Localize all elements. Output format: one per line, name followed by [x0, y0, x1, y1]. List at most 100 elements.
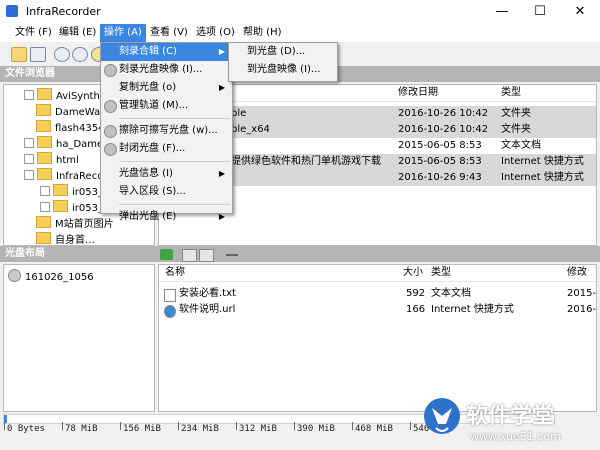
menu-separator	[119, 161, 230, 162]
file-type: 文件夹	[501, 124, 531, 135]
disc-file-name: 安装必看.txt	[179, 288, 236, 299]
open-folder-icon[interactable]	[11, 47, 27, 62]
file-modified: 2016-10-26 9:43	[398, 172, 482, 183]
scale-tick	[178, 422, 179, 430]
menu-item[interactable]: 光盘信息 (I) ▶	[101, 165, 232, 183]
menu-item-label: 刻录合辑 (C)	[119, 46, 177, 57]
menu-edit[interactable]: 编辑 (E)	[55, 24, 100, 42]
disc-file-row[interactable]: 安装必看.txt 592 文本文档 2015-	[159, 286, 596, 302]
submenu-item-label: 到光盘 (D)...	[247, 46, 306, 57]
submenu-item-label: 到光盘映像 (I)...	[247, 64, 321, 75]
disc-file-modified: 2016-	[567, 304, 597, 315]
new-folder-icon[interactable]	[182, 249, 197, 262]
expand-icon[interactable]	[40, 202, 50, 212]
disc-file-row[interactable]: 软件说明.url 166 Internet 快捷方式 2016-	[159, 302, 596, 318]
actions-menu: 刻录合辑 (C) ▶ 刻录光盘映像 (I)... 复制光盘 (o) ▶ 管理轨道 (M).…	[100, 42, 233, 222]
menu-file[interactable]: 文件 (F)	[11, 24, 56, 42]
text-file-icon	[164, 289, 176, 302]
disc-layout-header: 光盘布局	[0, 246, 600, 262]
submenu-arrow-icon: ▶	[218, 212, 225, 221]
minimize-button[interactable]: —	[484, 2, 520, 22]
scale-tick	[410, 422, 411, 430]
menu-item[interactable]: 管理轨道 (M)...	[101, 97, 232, 115]
submenu-item[interactable]: 到光盘 (D)...	[229, 43, 337, 61]
remove-icon[interactable]	[226, 254, 238, 256]
menu-item-label: 封闭光盘 (F)...	[119, 143, 186, 154]
folder-icon	[53, 184, 68, 196]
disc-icon	[8, 269, 21, 282]
folder-icon	[53, 200, 68, 212]
watermark-brand: 软件学堂	[466, 404, 555, 429]
submenu-item[interactable]: 到光盘映像 (I)...	[229, 61, 337, 79]
column-disc-modified[interactable]: 修改	[567, 265, 587, 281]
submenu-arrow-icon: ▶	[218, 169, 225, 178]
menu-item-label: 管理轨道 (M)...	[119, 100, 189, 111]
app-icon	[6, 5, 18, 17]
menu-item-label: 擦除可擦写光盘 (w)...	[119, 125, 218, 136]
file-type: Internet 快捷方式	[501, 172, 584, 183]
menu-options[interactable]: 选项 (O)	[192, 24, 239, 42]
file-modified: 2016-10-26 10:42	[398, 108, 489, 119]
copy-disc-icon[interactable]	[72, 47, 88, 62]
move-up-icon[interactable]	[160, 249, 173, 260]
close-button[interactable]: ✕	[562, 2, 598, 22]
file-name: 提供绿色软件和热门单机游戏下载	[231, 156, 381, 167]
column-disc-type[interactable]: 类型	[431, 265, 451, 281]
menu-view[interactable]: 查看 (V)	[146, 24, 192, 42]
menu-separator	[119, 204, 230, 205]
scale-tick	[62, 422, 63, 430]
folder-icon	[37, 136, 52, 148]
column-type[interactable]: 类型	[501, 85, 521, 101]
file-name: ble	[231, 108, 247, 119]
scale-label: 390 MiB	[297, 424, 335, 434]
disc-file-list: 名称 大小 类型 修改 安装必看.txt 592 文本文档 2015- 软件说明.url…	[158, 264, 597, 412]
menu-item-label: 刻录光盘映像 (I)...	[119, 64, 203, 75]
tracks-icon	[104, 100, 117, 113]
expand-icon[interactable]	[24, 138, 34, 148]
menu-item[interactable]: 擦除可擦写光盘 (w)...	[101, 122, 232, 140]
menu-item[interactable]: 弹出光盘 (E) ▶	[101, 208, 232, 226]
menu-help[interactable]: 帮助 (H)	[239, 24, 286, 42]
menu-item[interactable]: 封闭光盘 (F)...	[101, 140, 232, 158]
disc-root-item[interactable]: 161026_1056	[4, 265, 154, 285]
expand-icon[interactable]	[24, 90, 34, 100]
scale-tick	[294, 422, 295, 430]
properties-icon[interactable]	[199, 249, 214, 262]
fixate-icon	[104, 143, 117, 156]
column-modified[interactable]: 修改日期	[398, 85, 438, 101]
folder-icon	[36, 120, 51, 132]
disc-root-label: 161026_1056	[25, 272, 94, 283]
expand-icon[interactable]	[40, 186, 50, 196]
burn-disc-icon[interactable]	[54, 47, 70, 62]
disc-file-type: 文本文档	[431, 288, 471, 299]
expand-icon[interactable]	[24, 154, 34, 164]
erase-icon	[104, 125, 117, 138]
menu-item[interactable]: 刻录光盘映像 (I)...	[101, 61, 232, 79]
column-name[interactable]: 名称	[165, 265, 185, 281]
tree-item[interactable]: 自身首…	[4, 231, 154, 245]
expand-icon[interactable]	[24, 170, 34, 180]
save-icon[interactable]	[30, 47, 46, 62]
scale-label: 234 MiB	[181, 424, 219, 434]
scale-label: 78 MiB	[65, 424, 98, 434]
burn-compilation-submenu: 到光盘 (D)... 到光盘映像 (I)...	[228, 42, 338, 82]
column-size[interactable]: 大小	[403, 265, 423, 281]
menu-actions[interactable]: 操作 (A)	[100, 24, 146, 42]
watermark-url: www.xue51.com	[470, 430, 561, 443]
disc-list-header: 名称 大小 类型 修改	[159, 265, 596, 282]
file-type: 文件夹	[501, 108, 531, 119]
disc-file-name: 软件说明.url	[179, 304, 236, 315]
menu-item[interactable]: 复制光盘 (o) ▶	[101, 79, 232, 97]
disc-file-modified: 2015-	[567, 288, 597, 299]
menu-item[interactable]: 导入区段 (S)...	[101, 183, 232, 201]
menu-item-label: 导入区段 (S)...	[119, 186, 186, 197]
file-modified: 2015-06-05 8:53	[398, 140, 482, 151]
menu-item-label: 复制光盘 (o)	[119, 82, 177, 93]
window-title: InfraRecorder	[26, 5, 101, 18]
menu-item[interactable]: 刻录合辑 (C) ▶	[101, 43, 232, 61]
maximize-button[interactable]: ☐	[522, 2, 558, 22]
scale-label: 312 MiB	[239, 424, 277, 434]
file-type: Internet 快捷方式	[501, 156, 584, 167]
scale-tick	[236, 422, 237, 430]
folder-icon	[36, 216, 51, 228]
